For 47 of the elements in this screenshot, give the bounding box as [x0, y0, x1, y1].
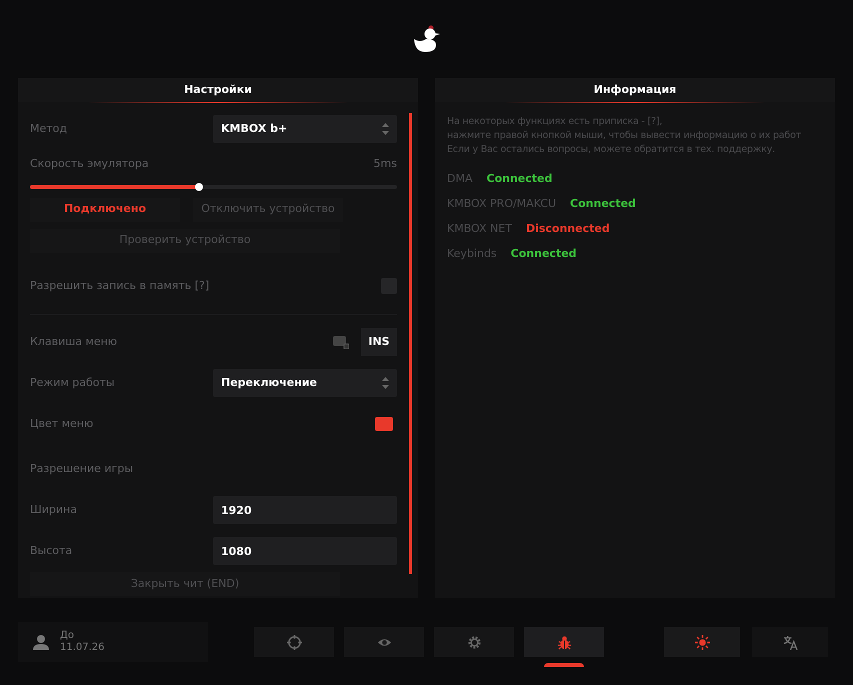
setting-label: Разрешить запись в память [?]: [30, 278, 210, 294]
bug-icon: [556, 634, 572, 650]
slider-track[interactable]: [30, 184, 397, 188]
panel-title: Информация: [594, 82, 676, 98]
setting-label: Высота: [30, 542, 72, 559]
active-tab-indicator: [544, 663, 584, 667]
language-button[interactable]: [752, 627, 828, 657]
crosshair-icon: [286, 634, 302, 650]
setting-label: Клавиша меню: [30, 334, 118, 350]
dropdown[interactable]: Переключение: [213, 369, 397, 397]
setting-label: Цвет меню: [30, 416, 94, 432]
status-value: Connected: [486, 171, 552, 188]
input-field[interactable]: 1920: [213, 496, 397, 524]
status-name: Keybinds: [447, 246, 497, 262]
status-value: Connected: [510, 246, 577, 262]
key-button[interactable]: INS: [361, 328, 397, 356]
status-value: Disconnected: [526, 221, 610, 238]
subscription-date: 11.07.26: [60, 642, 105, 654]
duck-logo-icon: [412, 25, 442, 53]
translate-icon: [782, 634, 798, 650]
setting-label: Метод: [30, 120, 68, 137]
setting-label: Режим работы: [30, 374, 115, 391]
setting-label: Скорость эмулятора: [30, 156, 149, 172]
settings-icon: [466, 634, 482, 650]
panel-title: Настройки: [184, 82, 252, 98]
nav-tab[interactable]: [434, 627, 514, 657]
user-icon: [32, 633, 50, 651]
subscription-label: До: [60, 630, 75, 642]
input-field[interactable]: 1080: [213, 537, 397, 565]
dropdown[interactable]: KMBOX b+: [213, 115, 397, 143]
info-text: На некоторых функциях есть приписка - [?], нажмите правой кнопкой мыши, чтобы вывести информацию о их работ Если у Вас остались вопросы, можете обратится в тех. поддержку.: [447, 115, 802, 157]
setting-label: Ширина: [30, 502, 77, 518]
setting-label: Разрешение игры: [30, 460, 134, 477]
slider-thumb[interactable]: [194, 182, 203, 190]
status-name: KMBOX PRO/MAKCU: [447, 196, 556, 212]
updown-arrows-icon: [382, 123, 389, 135]
scrollbar[interactable]: [409, 113, 412, 574]
updown-arrows-icon: [382, 377, 389, 389]
nav-tab[interactable]: [254, 627, 334, 657]
status-name: DMA: [447, 171, 472, 188]
theme-button[interactable]: [664, 627, 740, 657]
slider-value: 5ms: [374, 156, 397, 172]
status-value: Connected: [570, 196, 636, 212]
sun-icon: [694, 634, 710, 650]
color-swatch[interactable]: [375, 417, 393, 431]
keyboard-icon[interactable]: [333, 335, 349, 349]
status-name: KMBOX NET: [447, 221, 512, 238]
